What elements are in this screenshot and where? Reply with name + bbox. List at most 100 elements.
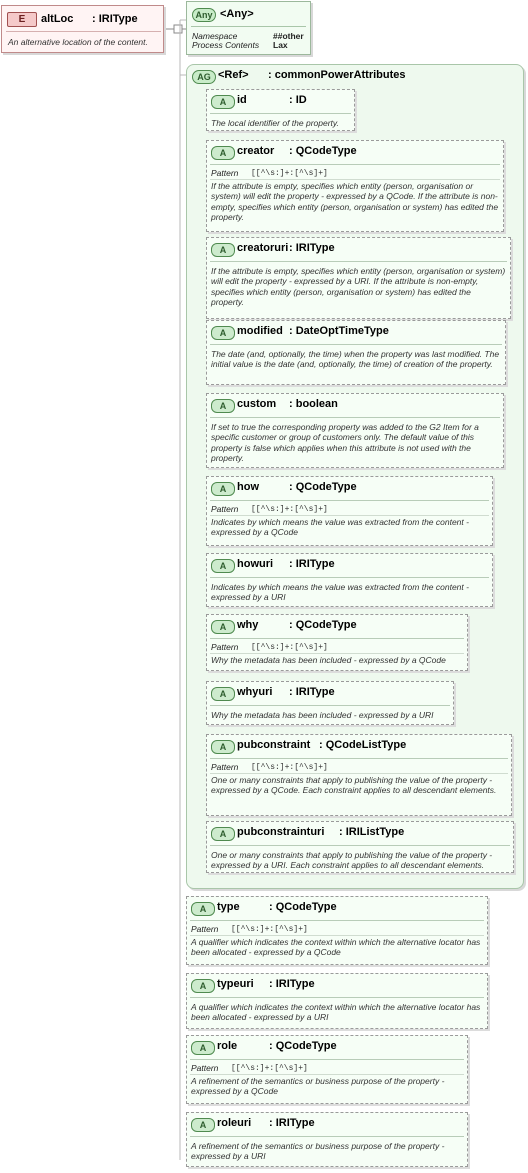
divider [210,344,502,345]
attribute-name: howuri [237,558,274,570]
attribute-pubconstrainturi[interactable]: Apubconstrainturi: IRIListType One or man… [206,821,514,873]
attribute-type: : DateOptTimeType [289,325,389,337]
attribute-roleuri[interactable]: Aroleuri : IRIType A refinement of the sem… [186,1112,468,1167]
attribute-pubconstraint[interactable]: Apubconstraint : QCodeListType Pattern [[^\… [206,734,512,816]
pattern-value: [[^\s:]+:[^\s]+] [251,169,328,178]
attribute-doc: A qualifier which indicates the context … [191,937,481,958]
element-doc: An alternative location of the content. [8,37,148,47]
attribute-badge: A [191,902,215,916]
any-wildcard-box[interactable]: Any <Any> Namespace ##other Process Cont… [186,1,311,55]
attribute-custom[interactable]: Acustom: boolean If set to true the corre… [206,393,504,468]
element-type: : IRIType [92,13,138,25]
divider [190,1136,464,1137]
attribute-how[interactable]: Ahow: QCodeType Pattern [[^\s:]+:[^\s]+] In… [206,476,493,546]
attribute-doc: If the attribute is empty, specifies whi… [211,181,499,222]
pattern-label: Pattern [211,762,239,772]
pattern-label: Pattern [191,1063,219,1073]
pattern-value: [[^\s:]+:[^\s]+] [251,643,328,652]
attribute-doc: The local identifier of the property. [211,118,339,128]
attribute-badge: A [211,687,235,701]
attribute-badge: A [211,243,235,257]
attribute-typeuri[interactable]: Atypeuri: IRIType A qualifier which indic… [186,973,488,1029]
attribute-type: : ID [289,94,307,106]
attribute-type: : IRIType [289,558,335,570]
divider [210,577,489,578]
attribute-doc: Indicates by which means the value was e… [211,517,469,538]
divider [190,1074,464,1075]
divider [210,113,351,114]
attribute-badge: A [211,827,235,841]
attribute-type: : IRIType [269,1117,315,1129]
attribute-type: : QCodeListType [319,739,407,751]
pattern-value: [[^\s:]+:[^\s]+] [251,505,328,514]
attribute-name: creatoruri [237,242,289,254]
attribute-doc: A refinement of the semantics or busines… [191,1141,445,1162]
divider [210,515,489,516]
attribute-doc: A qualifier which indicates the context … [191,1002,481,1023]
divider [6,31,161,32]
divider [190,1059,464,1060]
attribute-doc: If set to true the corresponding propert… [211,422,479,463]
attribute-whyuri[interactable]: Awhyuri: IRIType Why the metadata has bee… [206,681,454,725]
divider [210,500,489,501]
attribute-type: : IRIType [269,978,315,990]
attribute-name: whyuri [237,686,273,698]
attribute-badge: A [211,146,235,160]
pattern-value: [[^\s:]+:[^\s]+] [251,763,328,772]
divider [210,261,507,262]
attribute-doc: Why the metadata has been included - exp… [211,655,446,665]
attribute-type: : QCodeType [289,145,357,157]
attribute-name: role [217,1040,238,1052]
attribute-type[interactable]: Atype: QCodeType Pattern [[^\s:]+:[^\s]+] A… [186,896,488,965]
divider [210,179,500,180]
divider [210,758,508,759]
attribute-type: : QCodeType [269,1040,337,1052]
attribute-name: pubconstraint [237,739,311,751]
attribute-name: how [237,481,259,493]
attribute-badge: A [211,95,235,109]
divider [210,845,510,846]
divider [190,920,484,921]
any-prop-key: Process Contents [192,40,260,50]
attribute-name: roleuri [217,1117,252,1129]
attribute-name: type [217,901,240,913]
divider [210,417,500,418]
attribute-doc: Indicates by which means the value was e… [211,582,469,603]
attribute-badge: A [211,326,235,340]
attribute-name: typeuri [217,978,254,990]
attribute-doc: If the attribute is empty, specifies whi… [211,266,506,307]
attribute-why[interactable]: Awhy: QCodeType Pattern [[^\s:]+:[^\s]+] Wh… [206,614,468,671]
divider [190,997,484,998]
divider [190,935,484,936]
attribute-name: creator [237,145,275,157]
pattern-label: Pattern [211,168,239,178]
divider [210,705,450,706]
attribute-name: pubconstrainturi [237,826,325,838]
attribute-name: modified [237,325,283,337]
element-name: altLoc [41,13,74,25]
any-badge: Any [192,8,216,22]
attribute-creator[interactable]: Acreator : QCodeType Pattern [[^\s:]+:[^\s]… [206,140,504,232]
element-altloc[interactable]: E altLoc : IRIType An alternative locati… [1,5,164,53]
attribute-modified[interactable]: Amodified: DateOptTimeType The date (and,… [206,320,506,385]
attribute-name: custom [237,398,277,410]
any-prop-value: Lax [273,40,288,50]
divider [210,164,500,165]
attribute-badge: A [211,740,235,754]
attribute-type: : IRIType [289,686,335,698]
attribute-badge: A [211,620,235,634]
attribute-type: : IRIListType [339,826,405,838]
attribute-doc: A refinement of the semantics or busines… [191,1076,445,1097]
attribute-creatoruri[interactable]: Acreatoruri: IRIType If the attribute is … [206,237,511,319]
attribute-howuri[interactable]: Ahowuri: IRIType Indicates by which means… [206,553,493,607]
attribute-id[interactable]: Aid: ID The local identifier of the prope… [206,89,355,131]
attribute-type: : QCodeType [289,619,357,631]
divider [191,26,306,27]
attribute-role[interactable]: Arole: QCodeType Pattern [[^\s:]+:[^\s]+] A… [186,1035,468,1104]
attribute-badge: A [191,1118,215,1132]
attribute-badge: A [211,482,235,496]
attribute-type: : QCodeType [269,901,337,913]
any-title: <Any> [220,8,254,20]
attribute-name: why [237,619,259,631]
divider [210,773,508,774]
